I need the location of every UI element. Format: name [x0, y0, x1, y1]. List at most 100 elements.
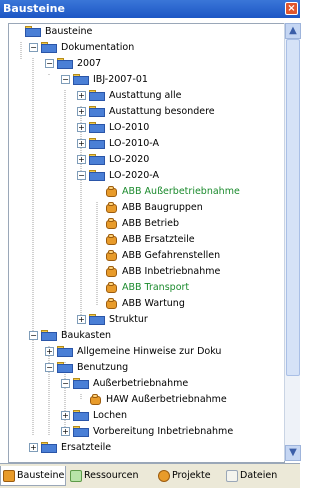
projekte-icon	[158, 469, 170, 482]
tree-node-label: Dokumentation	[61, 42, 135, 53]
tab-dateien[interactable]: Dateien	[224, 466, 300, 486]
folder-icon	[57, 346, 73, 357]
tree-node[interactable]: ABB Außerbetriebnahme	[93, 184, 240, 200]
expand-icon[interactable]: +	[77, 155, 86, 164]
tree-node[interactable]: ABB Ersatzteile	[93, 232, 195, 248]
tab-label: Bausteine	[17, 470, 65, 481]
block-icon	[105, 297, 118, 310]
tree-node[interactable]: + Struktur	[77, 312, 148, 328]
block-icon	[105, 281, 118, 294]
tree-node[interactable]: + Allgemeine Hinweise zur Doku	[45, 344, 221, 360]
block-icon	[105, 185, 118, 198]
tab-label: Ressourcen	[84, 470, 139, 481]
tree-node-label: ABB Ersatzteile	[122, 234, 195, 245]
tree-node[interactable]: − LO-2020-A	[77, 168, 159, 184]
folder-icon	[41, 330, 57, 341]
tree-node-label: Lochen	[93, 410, 128, 421]
bausteine-icon	[3, 469, 15, 482]
tree-node-label: LO-2010	[109, 122, 150, 133]
tree-node[interactable]: Bausteine	[13, 24, 92, 40]
scrollbar-thumb[interactable]	[286, 39, 300, 376]
tree-node-label: ABB Betrieb	[122, 218, 180, 229]
folder-icon	[57, 58, 73, 69]
tree-node[interactable]: + LO-2020	[77, 152, 149, 168]
tree-node[interactable]: ABB Transport	[93, 280, 189, 296]
tree-node[interactable]: + Lochen	[61, 408, 127, 424]
tree-node-label: ABB Gefahrenstellen	[122, 250, 221, 261]
tree-node-label: Allgemeine Hinweise zur Doku	[77, 346, 222, 357]
expand-icon[interactable]: +	[77, 315, 86, 324]
tree-node[interactable]: ABB Betrieb	[93, 216, 179, 232]
tree-node[interactable]: − Außerbetriebnahme	[61, 376, 188, 392]
collapse-icon[interactable]: −	[77, 171, 86, 180]
expand-icon[interactable]: +	[77, 91, 86, 100]
tree-node[interactable]: + LO-2010-A	[77, 136, 159, 152]
block-icon	[105, 265, 118, 278]
collapse-icon[interactable]: −	[61, 379, 70, 388]
close-icon[interactable]: ×	[285, 2, 298, 15]
tree-node[interactable]: + Vorbereitung Inbetriebnahme	[61, 424, 233, 440]
tree-node-label: LO-2020-A	[109, 170, 160, 181]
tree-node[interactable]: ABB Baugruppen	[93, 200, 203, 216]
panel-title: Bausteine	[3, 2, 65, 15]
folder-icon	[73, 426, 89, 437]
tree-node-label: Außerbetriebnahme	[93, 378, 189, 389]
tab-label: Dateien	[240, 470, 278, 481]
tab-projekte[interactable]: Projekte	[156, 466, 222, 486]
expand-icon[interactable]: +	[45, 347, 54, 356]
tree-node[interactable]: + Austattung alle	[77, 88, 182, 104]
folder-icon	[73, 74, 89, 85]
tree-node[interactable]: + LO-2010	[77, 120, 149, 136]
folder-icon	[89, 314, 105, 325]
tree-node[interactable]: + Ersatzteile	[29, 440, 111, 456]
panel-titlebar: Bausteine ×	[0, 0, 300, 18]
block-icon	[89, 393, 102, 406]
folder-icon	[41, 42, 57, 53]
collapse-icon[interactable]: −	[29, 43, 38, 52]
collapse-icon[interactable]: −	[45, 363, 54, 372]
expand-icon[interactable]: +	[77, 123, 86, 132]
expand-icon[interactable]: +	[77, 107, 86, 116]
tree-node[interactable]: HAW Außerbetriebnahme	[77, 392, 227, 408]
folder-icon	[89, 122, 105, 133]
tab-ressourcen[interactable]: Ressourcen	[68, 466, 154, 486]
tree-node[interactable]: − 2007	[45, 56, 101, 72]
folder-icon	[89, 138, 105, 149]
expand-icon[interactable]: +	[77, 139, 86, 148]
tree-node[interactable]: ABB Inbetriebnahme	[93, 264, 220, 280]
collapse-icon[interactable]: −	[45, 59, 54, 68]
tree-node-label: Bausteine	[45, 26, 93, 37]
tab-bausteine[interactable]: Bausteine	[0, 466, 66, 486]
tree-node[interactable]: − Benutzung	[45, 360, 128, 376]
folder-icon	[73, 410, 89, 421]
tree-node[interactable]: + Austattung besondere	[77, 104, 215, 120]
scroll-down-arrow-icon[interactable]: ▼	[285, 445, 301, 461]
tree-node-label: Austattung alle	[109, 90, 182, 101]
bausteine-panel: Bausteine × Bausteine − Dokumentation −2007…	[0, 0, 301, 494]
tree-node-label: Vorbereitung Inbetriebnahme	[93, 426, 234, 437]
collapse-icon[interactable]: −	[61, 75, 70, 84]
bausteine-tree: Bausteine − Dokumentation −2007− IBJ-2007-01…	[8, 23, 285, 463]
folder-icon	[89, 154, 105, 165]
tree-node-label: ABB Transport	[122, 282, 190, 293]
tree-node[interactable]: − Baukasten	[29, 328, 111, 344]
dateien-icon	[226, 469, 238, 482]
tree-node[interactable]: ABB Gefahrenstellen	[93, 248, 220, 264]
tree-scrollbar[interactable]: ▲ ▼	[284, 23, 301, 461]
scroll-up-arrow-icon[interactable]: ▲	[285, 23, 301, 39]
tree-node-label: HAW Außerbetriebnahme	[106, 394, 227, 405]
tree-node[interactable]: ABB Wartung	[93, 296, 185, 312]
expand-icon[interactable]: +	[61, 427, 70, 436]
tree-node[interactable]: − IBJ-2007-01	[61, 72, 148, 88]
collapse-icon[interactable]: −	[29, 331, 38, 340]
tree-node-label: Austattung besondere	[109, 106, 215, 117]
tree-node-label: ABB Baugruppen	[122, 202, 203, 213]
tree-node-label: LO-2010-A	[109, 138, 160, 149]
tree-node[interactable]: − Dokumentation	[29, 40, 134, 56]
expand-icon[interactable]: +	[29, 443, 38, 452]
tree-node-label: ABB Außerbetriebnahme	[122, 186, 240, 197]
tree-node-label: ABB Wartung	[122, 298, 185, 309]
folder-icon	[89, 90, 105, 101]
expand-icon[interactable]: +	[61, 411, 70, 420]
tree-node-label: Struktur	[109, 314, 148, 325]
